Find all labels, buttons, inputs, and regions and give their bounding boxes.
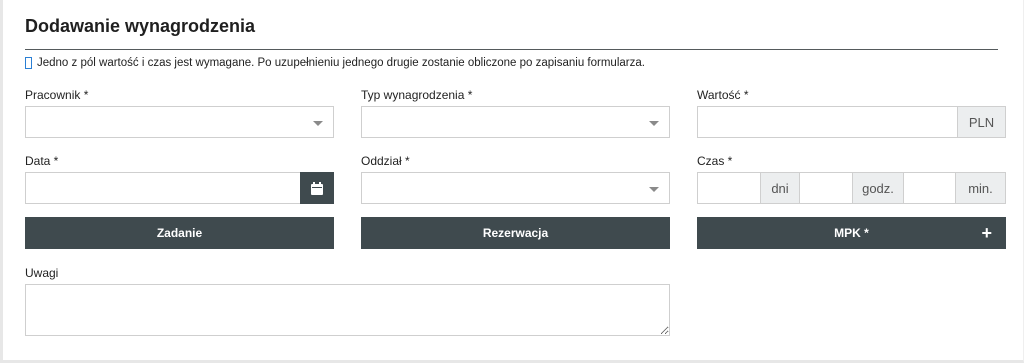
uwagi-textarea[interactable] (25, 284, 670, 336)
info-text: Jedno z pól wartość i czas jest wymagane… (37, 57, 645, 69)
czas-group: dni godz. min. (697, 172, 1006, 204)
info-icon (25, 57, 32, 69)
wartosc-input[interactable]: PLN (697, 106, 1006, 138)
chevron-down-icon (649, 187, 659, 192)
data-label: Data * (25, 154, 59, 168)
czas-label: Czas * (697, 154, 733, 168)
czas-godz-input[interactable] (800, 173, 852, 203)
uwagi-label: Uwagi (25, 266, 59, 280)
info-notice: Jedno z pól wartość i czas jest wymagane… (25, 57, 645, 69)
form-panel: Dodawanie wynagrodzenia Jedno z pól wart… (0, 0, 1024, 363)
typ-wynagrodzenia-label: Typ wynagrodzenia * (361, 88, 473, 102)
rezerwacja-button[interactable]: Rezerwacja (361, 217, 670, 249)
oddzial-select[interactable] (361, 172, 670, 204)
chevron-down-icon (649, 121, 659, 126)
czas-dni-input[interactable] (698, 173, 760, 203)
godz-addon: godz. (852, 173, 904, 203)
mpk-button[interactable]: MPK * + (697, 217, 1006, 249)
page-title: Dodawanie wynagrodzenia (25, 16, 256, 36)
pracownik-label: Pracownik * (25, 88, 89, 102)
mpk-label: MPK * (834, 226, 869, 240)
data-input[interactable] (25, 172, 334, 204)
wartosc-label: Wartość * (697, 88, 749, 102)
calendar-button[interactable] (300, 172, 334, 204)
typ-wynagrodzenia-select[interactable] (361, 106, 670, 138)
czas-min-input[interactable] (904, 173, 956, 203)
oddzial-label: Oddział * (361, 154, 410, 168)
pracownik-select[interactable] (25, 106, 334, 138)
zadanie-button[interactable]: Zadanie (25, 217, 334, 249)
currency-addon: PLN (957, 107, 1005, 137)
min-addon: min. (955, 173, 1005, 203)
title-divider (25, 49, 998, 50)
plus-icon: + (981, 223, 992, 243)
chevron-down-icon (313, 121, 323, 126)
calendar-icon (311, 181, 323, 195)
dni-addon: dni (760, 173, 800, 203)
